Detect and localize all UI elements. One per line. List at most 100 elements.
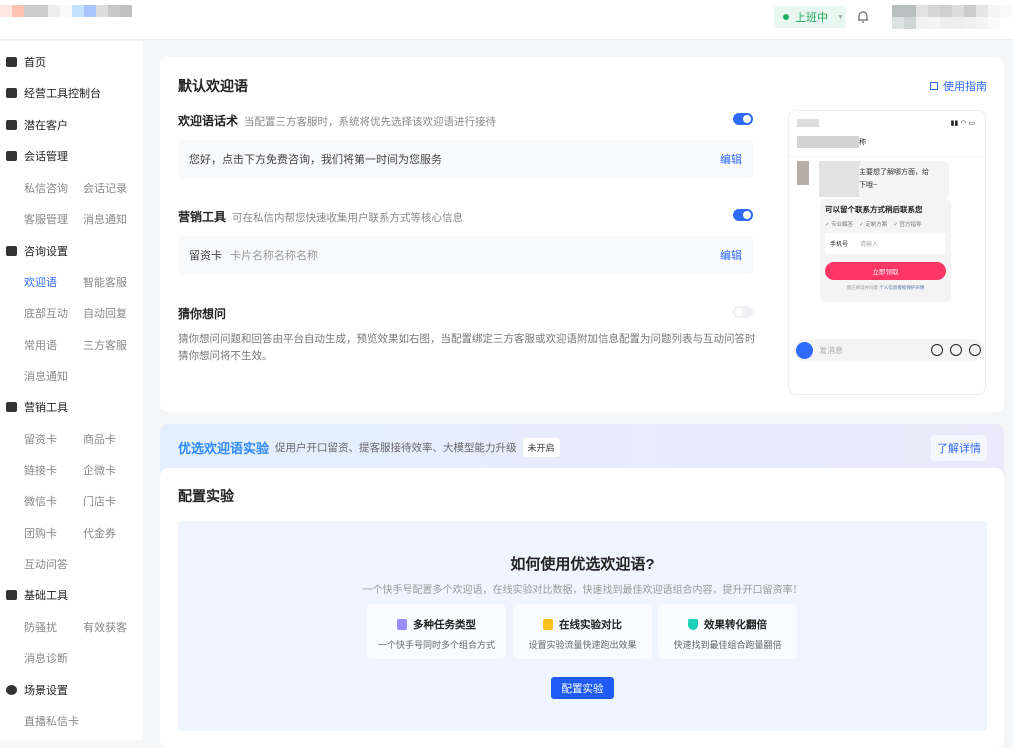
edit-welcome-button[interactable]: 编辑 (720, 151, 742, 167)
plus-icon (969, 344, 981, 356)
label: 首页 (24, 54, 46, 70)
sidebar-item[interactable]: 微信卡 (24, 493, 57, 509)
sidebar-item[interactable]: 底部互动 (24, 305, 68, 321)
sidebar-item[interactable]: 客服管理 (24, 211, 68, 227)
sidebar-section-consult[interactable]: 咨询设置 (6, 243, 68, 259)
sidebar-item[interactable]: 团购卡 (24, 525, 57, 541)
user-avatar-name[interactable] (892, 5, 1012, 29)
privacy-note: 我已阅读并同意 个人信息授权保护声明 (825, 285, 946, 291)
guess-label: 猜你想问 (178, 305, 226, 322)
sidebar-item[interactable]: 门店卡 (83, 493, 116, 509)
sidebar-item-leads[interactable]: 潜在客户 (6, 117, 68, 133)
sidebar-item[interactable]: 消息通知 (83, 211, 127, 227)
sidebar-item[interactable]: 企微卡 (83, 462, 116, 478)
check-item: ✓ 官方指导 (893, 220, 921, 228)
sidebar-item[interactable]: 互动问答 (24, 556, 68, 572)
camera-icon (796, 342, 813, 359)
work-status-dropdown[interactable]: 上班中 ▼ (774, 6, 846, 28)
sidebar-item[interactable]: 常用语 (24, 337, 57, 353)
welcome-script-box: 您好，点击下方免费咨询，我们将第一时间为您服务编辑 (178, 140, 753, 178)
sidebar-item-welcome-active[interactable]: 欢迎语 (24, 274, 57, 290)
label: 场景设置 (24, 682, 68, 698)
sidebar-item[interactable]: 直播私信卡 (24, 713, 79, 729)
blurred-name (797, 136, 859, 148)
bell-icon[interactable] (857, 10, 869, 23)
bubble-line: 主要想了解哪方面，给 (859, 166, 949, 179)
sidebar-item[interactable]: 商品卡 (83, 431, 116, 447)
sidebar-item[interactable]: 链接卡 (24, 462, 57, 478)
phone-input-preview: 手机号请输入 (825, 233, 946, 254)
hint: 可在私信内帮您快速收集用户联系方式等核心信息 (232, 210, 463, 225)
sidebar-item-dashboard[interactable]: 经营工具控制台 (6, 85, 101, 101)
configure-experiment-button[interactable]: 配置实验 (551, 677, 614, 699)
section-title: 默认欢迎语 (178, 76, 248, 96)
feature-desc: 设置实验流量快速跑出效果 (513, 638, 652, 651)
sidebar-item[interactable]: 智能客服 (83, 274, 127, 290)
label: 欢迎语话术 (178, 112, 238, 129)
feature-card: 在线实验对比设置实验流量快速跑出效果 (513, 604, 652, 659)
sidebar-item[interactable]: 消息诊断 (24, 650, 68, 666)
welcome-script-toggle[interactable] (733, 113, 753, 125)
sidebar-item[interactable]: 有效获客 (83, 619, 127, 635)
sidebar-section-basic-tools[interactable]: 基础工具 (6, 587, 68, 603)
label: 经营工具控制台 (24, 85, 101, 101)
label: 猜你想问 (178, 305, 226, 322)
title: 优选欢迎语实验 (178, 438, 269, 457)
toolbox-icon (6, 590, 17, 600)
sidebar-section-marketing[interactable]: 营销工具 (6, 399, 68, 415)
sidebar-item[interactable]: 自动回复 (83, 305, 127, 321)
learn-more-button[interactable]: 了解详情 (931, 435, 987, 461)
welcome-script-label: 欢迎语话术当配置三方客服时，系统将优先选择该欢迎语进行接待 (178, 112, 496, 129)
dashboard-icon (6, 88, 17, 98)
placeholder: 发消息 (819, 345, 843, 356)
feature-desc: 快速找到最佳组合跑量翻倍 (658, 638, 797, 651)
card-type: 留资卡 (189, 247, 222, 263)
sidebar-item-home[interactable]: 首页 (6, 54, 46, 70)
status-label: 上班中 (795, 9, 828, 25)
usage-guide-link[interactable]: 使用指南 (930, 78, 987, 94)
default-welcome-card: 默认欢迎语 使用指南 欢迎语话术当配置三方客服时，系统将优先选择该欢迎语进行接待… (160, 57, 1004, 412)
how-title: 如何使用优选欢迎语? (178, 553, 987, 574)
section-title: 配置实验 (178, 486, 234, 506)
book-icon (930, 82, 938, 90)
card-name: 卡片名称名称名称 (230, 247, 318, 263)
consult-icon (6, 246, 17, 256)
bubble-line: 下哦~ (859, 179, 949, 192)
edit-marketing-button[interactable]: 编辑 (720, 247, 742, 263)
status-badge: 未开启 (523, 438, 560, 457)
sidebar-item[interactable]: 代金券 (83, 525, 116, 541)
feature-title: 在线实验对比 (559, 617, 622, 632)
check-item: ✓ 定制方案 (859, 220, 887, 228)
sidebar: 首页 经营工具控制台 潜在客户 会话管理 私信咨询 会话记录 客服管理 消息通知… (0, 41, 143, 740)
sidebar-item[interactable]: 防骚扰 (24, 619, 57, 635)
experiment-header: 优选欢迎语实验促用户开口留资、提客服接待效率、大模型能力升级未开启 (178, 438, 560, 457)
name-tail: 称 (859, 137, 866, 147)
sidebar-section-scene[interactable]: 场景设置 (6, 682, 68, 698)
blurred-time (797, 119, 819, 127)
guess-toggle[interactable] (733, 306, 753, 318)
sidebar-item[interactable]: 私信咨询 (24, 180, 68, 196)
experiment-section: 优选欢迎语实验促用户开口留资、提客服接待效率、大模型能力升级未开启 了解详情 配… (160, 424, 1004, 740)
sidebar-section-chat[interactable]: 会话管理 (6, 148, 68, 164)
label: 基础工具 (24, 587, 68, 603)
label: 营销工具 (178, 208, 226, 225)
sidebar-item[interactable]: 三方客服 (83, 337, 127, 353)
marketing-tool-toggle[interactable] (733, 209, 753, 221)
blurred-message (819, 161, 861, 197)
feature-title: 效果转化翻倍 (704, 617, 767, 632)
scene-icon (6, 685, 17, 695)
sidebar-item[interactable]: 消息通知 (24, 368, 68, 384)
label: 潜在客户 (24, 117, 68, 133)
message-bar-preview: 发消息 (794, 339, 984, 361)
config-experiment-card: 配置实验 如何使用优选欢迎语? 一个快手号配置多个欢迎语，在线实验对比数据，快速… (160, 468, 1004, 748)
how-to-panel: 如何使用优选欢迎语? 一个快手号配置多个欢迎语，在线实验对比数据，快速找到最佳欢… (178, 521, 987, 731)
chart-icon (543, 619, 553, 630)
placeholder: 请输入 (860, 239, 878, 248)
sidebar-item[interactable]: 会话记录 (83, 180, 127, 196)
label: 营销工具 (24, 399, 68, 415)
home-icon (6, 57, 17, 67)
card-title: 可以留个联系方式稍后联系您 (825, 204, 946, 215)
sidebar-item[interactable]: 留资卡 (24, 431, 57, 447)
divider (789, 156, 986, 157)
chevron-down-icon: ▼ (837, 14, 844, 21)
